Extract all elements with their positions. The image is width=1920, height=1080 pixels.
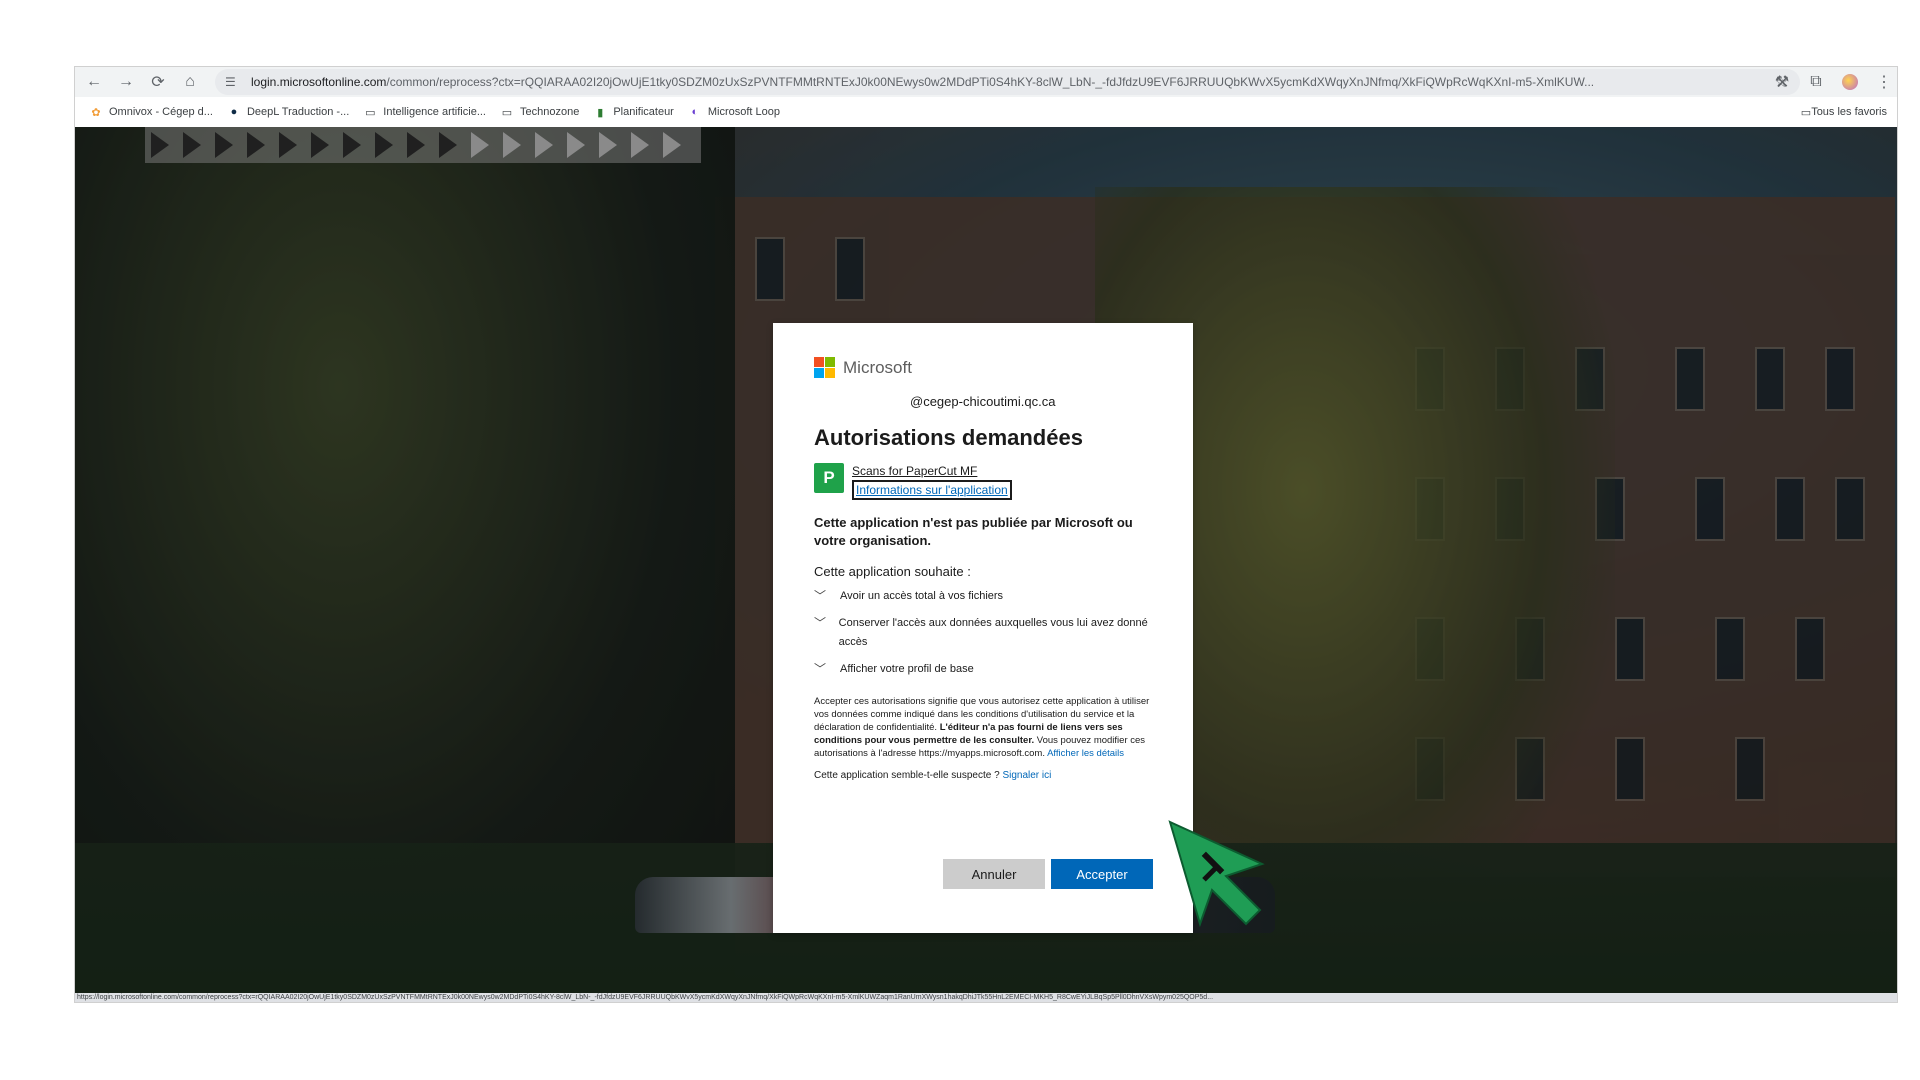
consent-legal-text: Accepter ces autorisations signifie que … (814, 696, 1150, 759)
microsoft-brand-text: Microsoft (843, 357, 912, 377)
permission-item[interactable]: ﹀ Conserver l'accès aux données auxquelle… (814, 614, 1154, 652)
folder-icon: ▭ (1800, 106, 1812, 119)
permission-text: Afficher votre profil de base (840, 663, 974, 675)
dialog-title: Autorisations demandées (814, 425, 1083, 450)
report-line: Cette application semble-t-elle suspecte… (814, 770, 1052, 781)
bookmark-label: Omnivox - Cégep d... (109, 106, 213, 118)
page-viewport: Microsoft @cegep-chicoutimi.qc.ca Autori… (75, 127, 1897, 993)
chevron-down-icon[interactable]: ﹀ (814, 587, 832, 606)
bookmark-label: DeepL Traduction -... (246, 106, 350, 118)
browser-window: ← → ⟳ ⌂ ☰ login.microsoftonline.com/comm… (74, 66, 1898, 1003)
app-name-link[interactable]: Scans for PaperCut MF (852, 463, 1012, 479)
dialog-buttons: Annuler Accepter (937, 859, 1153, 889)
forward-icon[interactable]: → (113, 69, 139, 95)
puzzle-icon[interactable]: ⧉ (1803, 69, 1829, 95)
green-pointer-icon (1168, 820, 1265, 928)
folder-icon: ▭ (365, 106, 376, 119)
app-info-link[interactable]: Informations sur l'application (852, 480, 1012, 500)
bookmark-label: Microsoft Loop (707, 106, 781, 118)
loading-arrows (145, 127, 701, 163)
bookmark-loop[interactable]: ◐ Microsoft Loop (688, 105, 780, 119)
bookmark-label: Intelligence artificie... (383, 106, 486, 118)
papercut-app-icon: P (814, 463, 844, 493)
bookmarks-bar: ✿ Omnivox - Cégep d... ● DeepL Traduction … (75, 97, 1897, 127)
account-email: @cegep-chicoutimi.qc.ca (910, 394, 1056, 409)
loop-icon: ◐ (691, 106, 699, 118)
bookmark-technozone[interactable]: ▭ Technozone (500, 105, 580, 119)
reload-icon[interactable]: ⟳ (145, 69, 171, 95)
bookmark-planificateur[interactable]: ▮ Planificateur (593, 105, 674, 119)
bookmark-label: Technozone (519, 106, 580, 118)
extension-icon[interactable]: ⚒ (1769, 69, 1795, 95)
show-details-link[interactable]: Afficher les détails (1047, 748, 1124, 759)
all-bookmarks[interactable]: ▭ Tous les favoris (1801, 97, 1887, 127)
menu-kebab-icon[interactable]: ⋮ (1871, 69, 1897, 95)
permissions-dialog: Microsoft @cegep-chicoutimi.qc.ca Autori… (773, 323, 1193, 933)
browser-toolbar: ← → ⟳ ⌂ ☰ login.microsoftonline.com/comm… (75, 67, 1897, 97)
permission-item[interactable]: ﹀ Avoir un accès total à vos fichiers (814, 587, 1154, 606)
microsoft-logo: Microsoft (814, 357, 1154, 378)
wants-label: Cette application souhaite : (814, 564, 971, 579)
unverified-warning: Cette application n'est pas publiée par … (814, 515, 1133, 548)
deepl-icon: ● (230, 106, 238, 118)
profile-avatar[interactable] (1837, 69, 1863, 95)
all-bookmarks-label: Tous les favoris (1811, 106, 1887, 118)
url-text[interactable]: login.microsoftonline.com/common/reproce… (251, 75, 1761, 89)
permission-text: Conserver l'accès aux données auxquelles… (838, 617, 1148, 648)
report-link[interactable]: Signaler ici (1002, 770, 1051, 781)
folder-icon: ▭ (501, 106, 513, 119)
cancel-button[interactable]: Annuler (943, 859, 1045, 889)
chevron-down-icon[interactable]: ﹀ (814, 614, 831, 652)
address-bar[interactable]: ☰ login.microsoftonline.com/common/repro… (215, 69, 1800, 95)
app-row: P Scans for PaperCut MF Informations sur… (814, 463, 1154, 500)
home-icon[interactable]: ⌂ (177, 69, 203, 95)
bookmark-deepl[interactable]: ● DeepL Traduction -... (227, 105, 350, 119)
toolbar-right: ⚒ ⧉ ⋮ (1761, 67, 1897, 97)
url-path: /common/reprocess?ctx=rQQIARAA02I20jOwUj… (386, 75, 1595, 89)
omnivox-icon: ✿ (91, 106, 101, 119)
site-info-icon[interactable]: ☰ (225, 75, 239, 89)
bookmark-ia-folder[interactable]: ▭ Intelligence artificie... (363, 105, 486, 119)
planner-icon: ▮ (597, 106, 604, 119)
accept-button[interactable]: Accepter (1051, 859, 1153, 889)
status-bar-url: https://login.microsoftonline.com/common… (75, 993, 1897, 1002)
chevron-down-icon[interactable]: ﹀ (814, 660, 832, 679)
permission-text: Avoir un accès total à vos fichiers (840, 590, 1004, 602)
microsoft-logo-icon (814, 357, 835, 378)
back-icon[interactable]: ← (81, 69, 107, 95)
url-host: login.microsoftonline.com (251, 75, 387, 89)
bookmark-label: Planificateur (613, 106, 674, 118)
permission-item[interactable]: ﹀ Afficher votre profil de base (814, 660, 1154, 679)
bookmark-omnivox[interactable]: ✿ Omnivox - Cégep d... (89, 105, 213, 119)
